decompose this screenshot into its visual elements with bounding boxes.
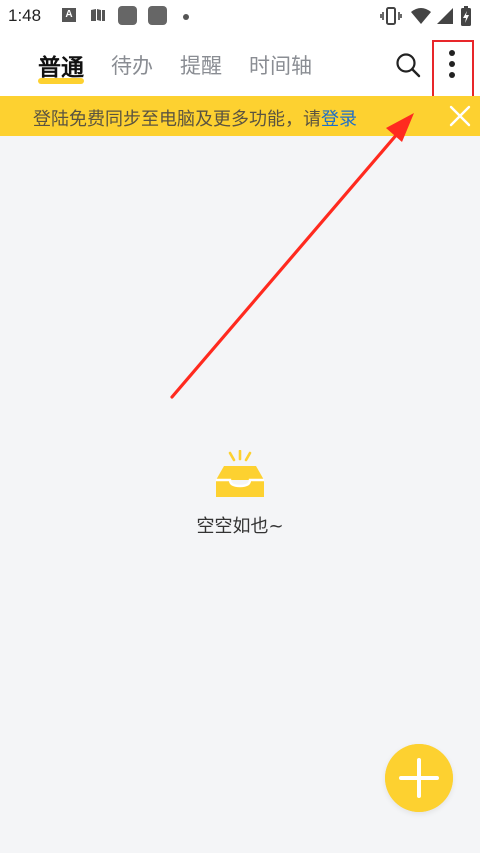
app-icon (148, 6, 167, 25)
login-link[interactable]: 登录 (321, 109, 357, 130)
tab-timeline[interactable]: 时间轴 (249, 50, 312, 80)
app-icon (118, 6, 137, 25)
close-icon[interactable] (446, 102, 474, 130)
vibrate-icon (380, 7, 402, 25)
status-time: 1:48 (8, 6, 42, 25)
status-bar: 1:48 A (0, 0, 480, 34)
tab-todo[interactable]: 待办 (111, 50, 153, 80)
tab-reminder[interactable]: 提醒 (180, 50, 222, 80)
tab-normal[interactable]: 普通 (38, 48, 84, 82)
login-banner: 登陆免费同步至电脑及更多功能，请登录 (0, 96, 480, 136)
signal-icon (437, 8, 453, 24)
book-icon (91, 9, 105, 21)
active-tab-indicator (38, 78, 84, 84)
empty-state-text: 空空如也~ (196, 516, 284, 537)
annotation-highlight-box (432, 40, 474, 102)
battery-charging-icon (461, 6, 471, 26)
a-notification-icon: A (62, 8, 76, 22)
banner-message: 登陆免费同步至电脑及更多功能，请 (33, 109, 321, 130)
top-tab-bar: 普通 待办 提醒 时间轴 (0, 34, 480, 96)
plus-icon[interactable] (385, 744, 453, 812)
dot-icon (183, 14, 189, 20)
empty-inbox-icon (216, 450, 264, 497)
wifi-icon (411, 8, 431, 24)
banner-text: 登陆免费同步至电脑及更多功能，请登录 (33, 105, 357, 131)
search-icon[interactable] (395, 52, 421, 78)
